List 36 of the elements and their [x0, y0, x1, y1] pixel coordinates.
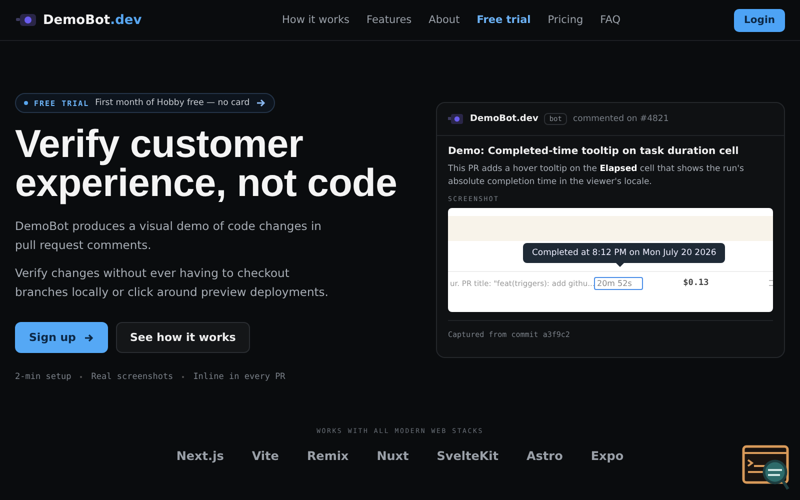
- hero-paragraph: DemoBot produces a visual demo of code changes in pull request comments.: [15, 218, 322, 254]
- logo-text[interactable]: DemoBot.dev: [43, 12, 142, 28]
- comment-title: Demo: Completed-time tooltip on task duration cell: [448, 146, 740, 157]
- hero-heading: Verify customer experience, not code: [15, 125, 398, 203]
- nav-link[interactable]: Free trial: [476, 14, 531, 26]
- nav-link[interactable]: Features: [366, 14, 412, 26]
- nav-link[interactable]: How it works: [282, 14, 350, 26]
- separator-dot: [80, 376, 82, 378]
- framework-name: Expo: [590, 449, 624, 463]
- arrow-icon: [256, 99, 266, 107]
- nav-link[interactable]: About: [428, 14, 460, 26]
- duration-cell: 20m 52s: [594, 276, 644, 290]
- framework-name: Vite: [252, 449, 279, 463]
- sign-up-button[interactable]: Sign up: [15, 322, 108, 353]
- robot-logo-icon: [15, 12, 37, 28]
- comment-text: This PR adds a hover tooltip on the Elapsed cell that shows the run's absolute completion time in the viewer's locale.: [448, 163, 745, 189]
- framework-name: SvelteKit: [436, 449, 498, 463]
- separator-dot: [182, 376, 184, 378]
- cost-cell: $0.13: [683, 278, 709, 288]
- framework-name: Astro: [526, 449, 563, 463]
- nav-link[interactable]: Pricing: [548, 14, 584, 26]
- comment-author: DemoBot.dev: [470, 114, 538, 124]
- framework-name: Next.js: [176, 449, 224, 463]
- nav-link[interactable]: FAQ: [600, 14, 621, 26]
- robot-avatar-icon: [448, 113, 464, 125]
- feature-note: Real screenshots: [91, 372, 174, 382]
- feature-note: 2-min setup: [15, 372, 72, 382]
- how-it-works-button[interactable]: See how it works: [116, 322, 250, 353]
- feature-note: Inline in every PR: [193, 372, 286, 382]
- login-button[interactable]: Login: [734, 8, 785, 32]
- comment-action: commented on #4821: [572, 114, 669, 124]
- arrow-icon: [84, 334, 94, 342]
- framework-name: Remix: [306, 449, 349, 463]
- hero-paragraph: Verify changes without ever having to checkout branches locally or click around preview deployments.: [15, 265, 330, 301]
- framework-name: Nuxt: [376, 449, 409, 463]
- code-window-search-icon[interactable]: [742, 445, 790, 491]
